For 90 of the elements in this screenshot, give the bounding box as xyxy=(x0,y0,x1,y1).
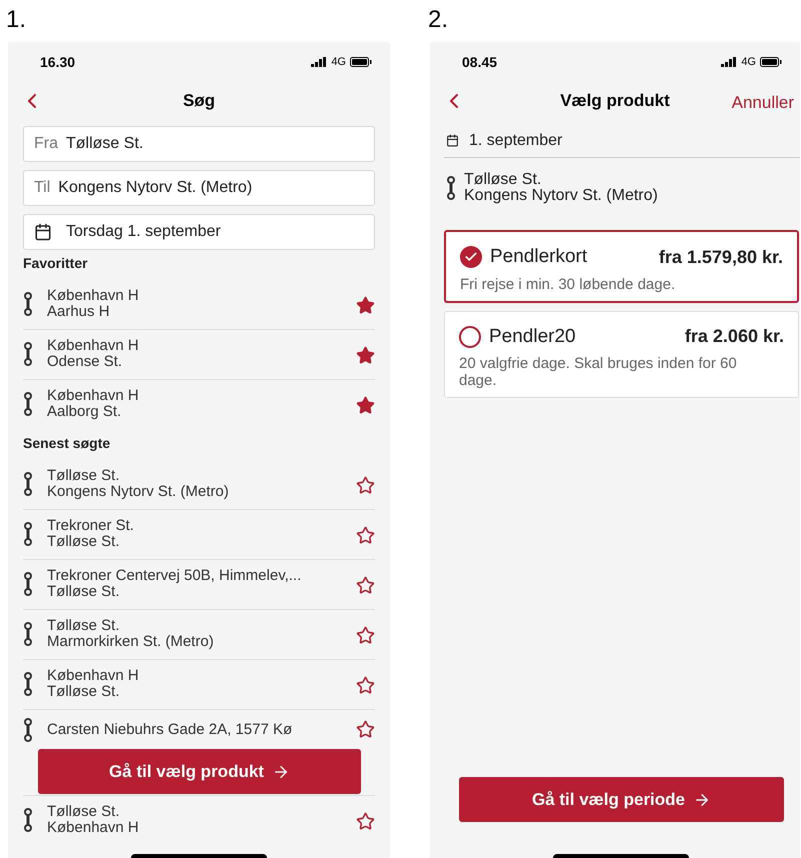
date-field[interactable]: Torsdag 1. september xyxy=(23,214,375,250)
favorite-star-icon[interactable] xyxy=(356,676,375,695)
route-to: Tølløse St. xyxy=(47,684,121,700)
field-value: Kongens Nytorv St. (Metro) xyxy=(58,178,252,198)
favorite-star-icon[interactable] xyxy=(356,296,375,315)
route-from: København H xyxy=(47,668,139,684)
calendar-icon xyxy=(34,223,52,241)
network-label: 4G xyxy=(331,54,346,70)
route-icon xyxy=(23,808,33,832)
section-heading: Favoritter xyxy=(23,254,88,273)
product-name: Pendlerkort xyxy=(490,245,588,269)
route-row[interactable]: København H Aarhus H xyxy=(23,280,375,329)
network-label: 4G xyxy=(741,54,756,70)
primary-button[interactable]: Gå til vælg periode xyxy=(459,777,784,822)
route-row[interactable]: København H Tølløse St. xyxy=(23,660,375,709)
route-from: København H xyxy=(47,288,139,304)
route-from: Tølløse St. xyxy=(47,468,121,484)
route-icon xyxy=(23,472,33,496)
route-icon xyxy=(23,622,33,646)
product-description: Fri rejse i min. 30 løbende dage. xyxy=(460,276,676,292)
route-row[interactable]: Carsten Niebuhrs Gade 2A, 1577 Kø xyxy=(23,710,375,744)
route-from: Tølløse St. xyxy=(47,618,121,634)
field-value: Tølløse St. xyxy=(66,134,144,154)
station-field[interactable]: Fra Tølløse St. xyxy=(23,126,375,162)
product-price: fra 1.579,80 kr. xyxy=(658,246,783,269)
status-time: 16.30 xyxy=(40,52,76,72)
route-from: København H xyxy=(47,388,139,404)
screen-title: Søg xyxy=(182,90,216,112)
route-icon xyxy=(446,176,456,200)
route-to: Marmorkirken St. (Metro) xyxy=(47,634,214,650)
signal-icon xyxy=(721,57,738,67)
route-from: Tølløse St. xyxy=(464,172,542,188)
route-row[interactable]: Tølløse St. Kongens Nytorv St. (Metro) xyxy=(23,460,375,509)
product-price: fra 2.060 kr. xyxy=(684,325,784,348)
route-from: Trekroner St. xyxy=(47,518,134,534)
primary-button[interactable]: Gå til vælg produkt xyxy=(38,749,361,794)
field-label: Til xyxy=(34,178,50,198)
route-to: København H xyxy=(47,820,139,836)
route-from: Trekroner Centervej 50B, Himmelev,... xyxy=(47,568,302,584)
route-row[interactable]: Tølløse St. København H xyxy=(23,796,375,845)
route-icon xyxy=(23,342,33,366)
battery-icon xyxy=(350,57,372,67)
route-to: Aarhus H xyxy=(47,304,111,320)
favorite-star-icon[interactable] xyxy=(356,626,375,645)
screen-title: Vælg produkt xyxy=(560,90,670,112)
signal-icon xyxy=(311,57,328,67)
favorite-star-icon[interactable] xyxy=(356,396,375,415)
favorite-star-icon[interactable] xyxy=(356,576,375,595)
favorite-star-icon[interactable] xyxy=(356,720,375,739)
route-icon xyxy=(23,522,33,546)
favorite-star-icon[interactable] xyxy=(356,346,375,365)
route-to: Kongens Nytorv St. (Metro) xyxy=(47,484,229,500)
field-value: Torsdag 1. september xyxy=(66,222,221,242)
favorite-star-icon[interactable] xyxy=(356,812,375,831)
section-heading: Senest søgte xyxy=(23,434,110,453)
route-from: Carsten Niebuhrs Gade 2A, 1577 Kø xyxy=(47,722,292,738)
screen-number: 1. xyxy=(6,5,26,35)
trip-date: 1. september xyxy=(469,130,562,150)
product-card[interactable]: Pendler20 fra 2.060 kr. 20 valgfrie dage. Skal bruges inden for 60 dage. xyxy=(444,310,799,398)
route-to: Aalborg St. xyxy=(47,404,122,420)
station-field[interactable]: Til Kongens Nytorv St. (Metro) xyxy=(23,170,375,206)
product-description: 20 valgfrie dage. Skal bruges inden for 60 dage. xyxy=(459,355,738,389)
route-row[interactable]: København H Odense St. xyxy=(23,330,375,379)
calendar-icon xyxy=(446,134,459,147)
route-to: Tølløse St. xyxy=(47,584,120,600)
route-icon xyxy=(23,718,33,742)
product-card[interactable]: Pendlerkort fra 1.579,80 kr. Fri rejse i min. 30 løbende dage. xyxy=(444,230,799,302)
route-icon xyxy=(23,292,33,316)
field-label: Fra xyxy=(34,134,58,154)
radio-checked-icon[interactable] xyxy=(460,246,482,268)
route-row[interactable]: Trekroner Centervej 50B, Himmelev,... Tølløse St. xyxy=(23,560,375,609)
route-icon xyxy=(23,392,33,416)
product-name: Pendler20 xyxy=(489,324,577,348)
route-to: Kongens Nytorv St. (Metro) xyxy=(464,188,658,204)
radio-unchecked-icon[interactable] xyxy=(459,326,481,348)
route-icon xyxy=(23,672,33,696)
route-to: Tølløse St. xyxy=(47,534,121,550)
screen-number: 2. xyxy=(428,5,448,35)
route-to: Odense St. xyxy=(47,354,124,370)
favorite-star-icon[interactable] xyxy=(356,526,375,545)
route-row[interactable]: Tølløse St. Marmorkirken St. (Metro) xyxy=(23,610,375,659)
status-time: 08.45 xyxy=(462,52,498,72)
route-from: Tølløse St. xyxy=(47,804,121,820)
battery-icon xyxy=(760,57,782,67)
route-row[interactable]: Trekroner St. Tølløse St. xyxy=(23,510,375,559)
route-icon xyxy=(23,572,33,596)
route-row[interactable]: København H Aalborg St. xyxy=(23,380,375,429)
cancel-link[interactable]: Annuller xyxy=(732,90,794,116)
favorite-star-icon[interactable] xyxy=(356,476,375,495)
route-from: København H xyxy=(47,338,139,354)
